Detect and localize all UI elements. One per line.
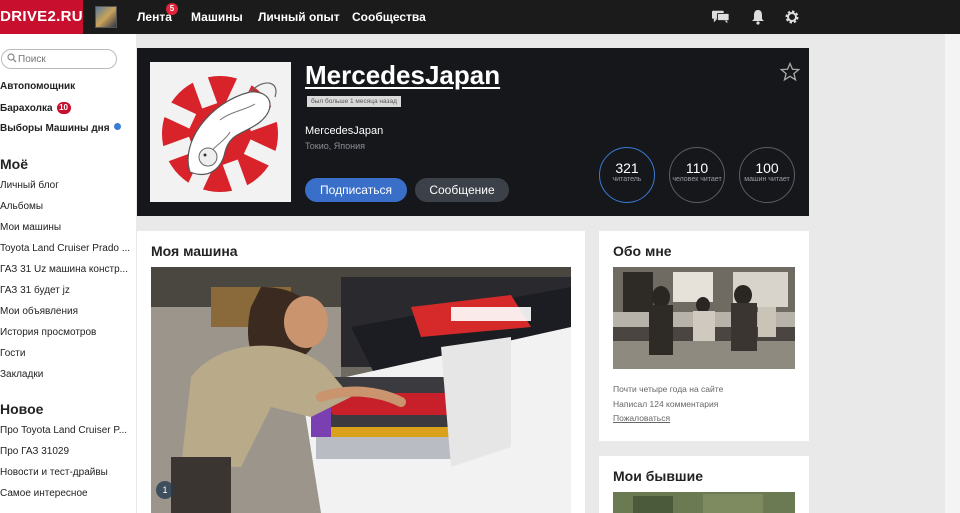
sidebar-item-my-cars[interactable]: Мои машины xyxy=(0,222,130,233)
sidebar-heading-new: Новое xyxy=(0,401,44,417)
sidebar-item-car-of-day[interactable]: Выборы Машины дня xyxy=(0,123,130,134)
sidebar-item-label: Барахолка xyxy=(0,103,53,114)
sidebar-item-history[interactable]: История просмотров xyxy=(0,327,130,338)
sidebar-item-my-ads[interactable]: Мои объявления xyxy=(0,306,130,317)
sidebar-item-blog[interactable]: Личный блог xyxy=(0,180,130,191)
message-button[interactable]: Сообщение xyxy=(415,178,509,202)
about-site-age: Почти четыре года на сайте xyxy=(613,384,724,394)
sidebar-item-guests[interactable]: Гости xyxy=(0,348,130,359)
profile-header: MercedesJapan был больше 1 месяца назад … xyxy=(137,48,809,216)
site-logo[interactable]: DRIVE2.RU xyxy=(0,0,83,34)
about-card: Обо мне Почти четыре года на сайте Напис… xyxy=(599,231,809,441)
sidebar-item-about-gaz[interactable]: Про ГАЗ 31029 xyxy=(0,446,130,457)
profile-name[interactable]: MercedesJapan xyxy=(305,60,500,91)
car-photo-image xyxy=(151,267,571,513)
user-avatar[interactable] xyxy=(95,6,117,28)
sidebar-item-label: Автопомощник xyxy=(0,81,76,92)
stat-following-people[interactable]: 110 человек читает xyxy=(669,147,725,203)
search-icon xyxy=(7,53,17,63)
stat-readers[interactable]: 321 читатель xyxy=(599,147,655,203)
nav-experience[interactable]: Личный опыт xyxy=(258,0,340,34)
sidebar-item-bookmarks[interactable]: Закладки xyxy=(0,369,130,380)
report-link[interactable]: Пожаловаться xyxy=(613,413,670,423)
sidebar-item-car-gaz-jz[interactable]: ГАЗ 31 будет jz xyxy=(0,285,130,296)
sidebar-item-interesting[interactable]: Самое интересное xyxy=(0,488,130,499)
sidebar-item-news[interactable]: Новости и тест-драйвы xyxy=(0,467,130,478)
sidebar-item-albums[interactable]: Альбомы xyxy=(0,201,130,212)
search-input[interactable] xyxy=(18,51,112,67)
unread-dot-icon xyxy=(113,123,121,130)
about-photo-image xyxy=(613,267,795,369)
about-comments: Написал 124 комментария xyxy=(613,399,719,409)
car-photo[interactable]: 1 xyxy=(151,267,571,513)
sidebar-item-about-prado[interactable]: Про Toyota Land Cruiser P... xyxy=(0,425,130,436)
profile-avatar[interactable] xyxy=(150,62,291,202)
my-car-card: Моя машина 1 xyxy=(137,231,585,513)
subscribe-button[interactable]: Подписаться xyxy=(305,178,407,202)
nav-cars[interactable]: Машины xyxy=(191,0,243,34)
former-car-photo-image xyxy=(613,492,795,513)
profile-login: MercedesJapan xyxy=(305,125,384,137)
profile-city: Токио, Япония xyxy=(305,141,366,151)
last-seen-badge: был больше 1 месяца назад xyxy=(307,96,401,107)
stat-following-cars[interactable]: 100 машин читает xyxy=(739,147,795,203)
about-photo[interactable] xyxy=(613,267,795,369)
former-cars-title: Мои бывшие xyxy=(613,468,703,484)
sidebar-heading-mine: Моё xyxy=(0,156,28,172)
stat-following-cars-label: машин читает xyxy=(744,176,790,183)
stat-readers-value: 321 xyxy=(615,160,639,176)
bell-icon[interactable] xyxy=(749,9,767,25)
page-right-gutter xyxy=(945,34,960,513)
my-car-title: Моя машина xyxy=(151,243,238,259)
former-cars-card: Мои бывшие xyxy=(599,456,809,513)
sidebar: Автопомощник Барахолка10 Выборы Машины д… xyxy=(0,34,136,513)
search-box[interactable] xyxy=(1,49,117,69)
sidebar-item-label: Выборы Машины дня xyxy=(0,123,110,134)
chat-icon[interactable] xyxy=(712,9,730,25)
nav-communities[interactable]: Сообщества xyxy=(352,0,426,34)
sidebar-item-car-gaz-uz[interactable]: ГАЗ 31 Uz машина констр... xyxy=(0,264,130,275)
sidebar-item-car-prado[interactable]: Toyota Land Cruiser Prado ... xyxy=(0,243,130,254)
stat-following-people-value: 110 xyxy=(685,160,709,176)
sidebar-item-market[interactable]: Барахолка 10 xyxy=(0,102,130,114)
market-badge: 10 xyxy=(56,102,71,114)
former-car-photo[interactable] xyxy=(613,492,795,513)
stat-readers-label: читатель xyxy=(612,176,642,183)
stat-following-people-label: человек читает xyxy=(672,176,722,183)
photo-index-badge: 1 xyxy=(156,481,174,499)
gear-icon[interactable] xyxy=(783,9,801,25)
feed-badge: 5 xyxy=(166,3,178,15)
koi-avatar-image xyxy=(150,62,291,202)
star-icon[interactable] xyxy=(780,62,800,82)
top-bar: DRIVE2.RU Лента 5 Машины Личный опыт Соо… xyxy=(0,0,960,34)
stat-following-cars-value: 100 xyxy=(755,160,779,176)
sidebar-item-autohelper[interactable]: Автопомощник xyxy=(0,81,130,92)
about-title: Обо мне xyxy=(613,243,672,259)
